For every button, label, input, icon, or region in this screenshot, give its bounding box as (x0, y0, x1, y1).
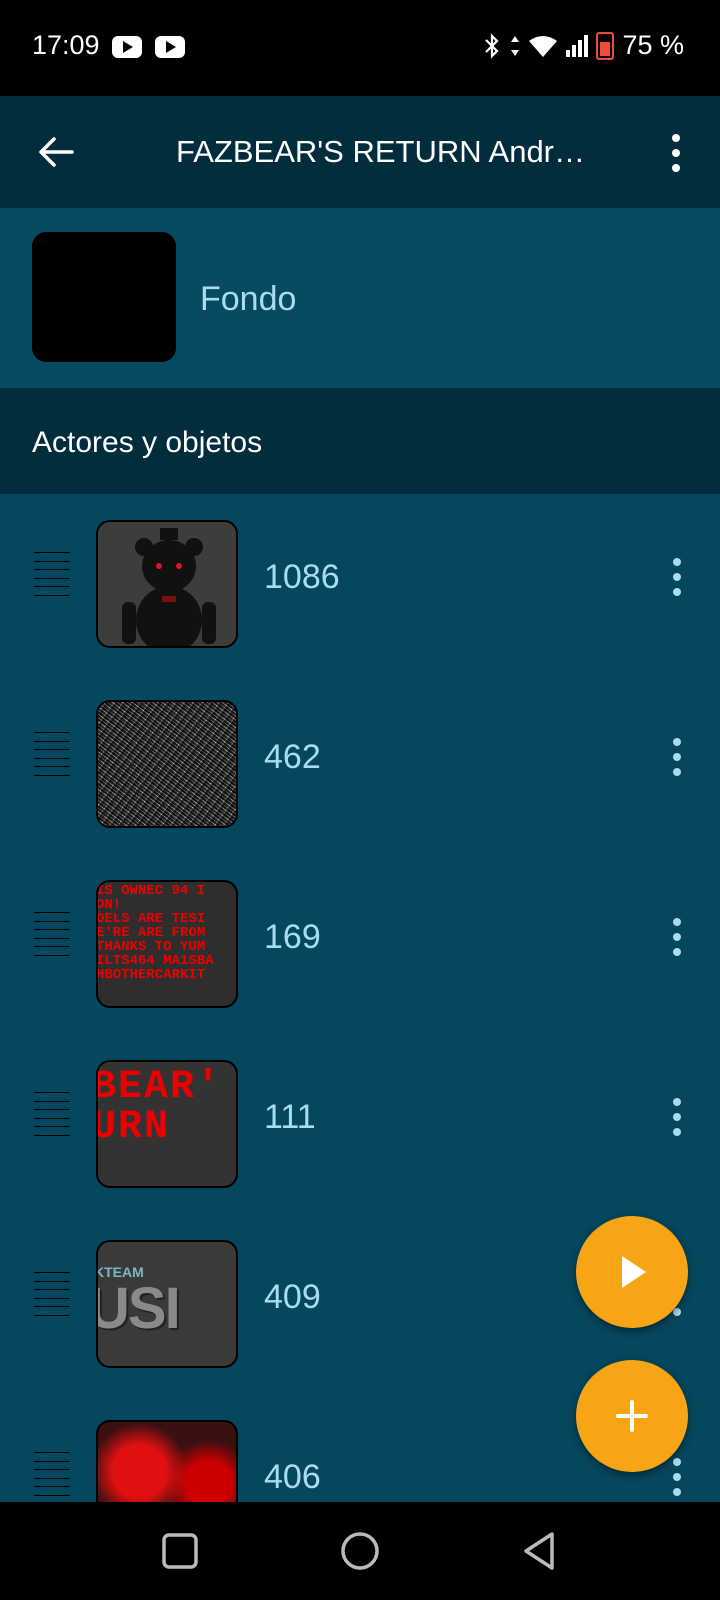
actor-thumbnail (96, 700, 238, 828)
navigation-bar (0, 1502, 720, 1600)
actor-list: 1086 462 IS OWNEC 94 I ON! DELS ARE TESI… (0, 494, 720, 1502)
list-item[interactable]: IS OWNEC 94 I ON! DELS ARE TESI E'RE ARE… (0, 854, 720, 1034)
actor-menu-icon[interactable] (672, 558, 682, 596)
actor-menu-icon[interactable] (672, 918, 682, 956)
actor-label: 111 (264, 1098, 316, 1136)
list-item[interactable]: BEAR' URN 111 (0, 1034, 720, 1214)
actor-label: 409 (264, 1278, 321, 1316)
drag-handle-icon[interactable] (34, 1092, 70, 1136)
actor-thumbnail: BEAR' URN (96, 1060, 238, 1188)
add-button[interactable] (576, 1360, 688, 1472)
back-arrow-icon[interactable] (36, 132, 76, 172)
actor-label: 169 (264, 918, 321, 956)
drag-handle-icon[interactable] (34, 1452, 70, 1496)
wifi-icon (529, 35, 558, 57)
section-title: Actores y objetos (32, 426, 263, 459)
actor-label: 406 (264, 1458, 321, 1496)
drag-handle-icon[interactable] (34, 732, 70, 776)
overflow-menu-icon[interactable] (671, 134, 681, 172)
youtube-notification-icon (112, 36, 142, 58)
list-item[interactable]: 462 (0, 674, 720, 854)
drag-handle-icon[interactable] (34, 912, 70, 956)
play-button[interactable] (576, 1216, 688, 1328)
youtube-notification-icon (155, 36, 185, 58)
list-item[interactable]: 1086 (0, 494, 720, 674)
actor-menu-icon[interactable] (672, 1098, 682, 1136)
actor-thumbnail: KTEAM USI (96, 1240, 238, 1368)
back-nav-icon[interactable] (518, 1529, 562, 1573)
status-bar: 17:09 75 % (0, 0, 720, 96)
actor-label: 1086 (264, 558, 340, 596)
actor-thumbnail (96, 1420, 238, 1502)
drag-handle-icon[interactable] (34, 1272, 70, 1316)
data-arrows-icon (511, 35, 520, 56)
background-row[interactable]: Fondo (0, 208, 720, 388)
play-icon (622, 1256, 646, 1288)
recents-icon[interactable] (158, 1529, 202, 1573)
app-title: FAZBEAR'S RETURN Androi... (176, 134, 596, 169)
background-label: Fondo (200, 280, 297, 318)
status-icons: 75 % (482, 30, 684, 61)
battery-icon (596, 31, 615, 60)
drag-handle-icon[interactable] (34, 552, 70, 596)
background-thumbnail (32, 232, 176, 362)
bluetooth-icon (485, 32, 500, 59)
plus-icon (616, 1400, 648, 1432)
battery-percent: 75 % (622, 30, 684, 60)
actor-thumbnail: IS OWNEC 94 I ON! DELS ARE TESI E'RE ARE… (96, 880, 238, 1008)
signal-icon (566, 34, 589, 57)
status-time: 17:09 (32, 30, 100, 60)
actor-thumbnail (96, 520, 238, 648)
section-header: Actores y objetos (0, 388, 720, 494)
actor-menu-icon[interactable] (672, 738, 682, 776)
actor-label: 462 (264, 738, 321, 776)
app-bar: FAZBEAR'S RETURN Androi... (0, 96, 720, 208)
home-icon[interactable] (338, 1529, 382, 1573)
